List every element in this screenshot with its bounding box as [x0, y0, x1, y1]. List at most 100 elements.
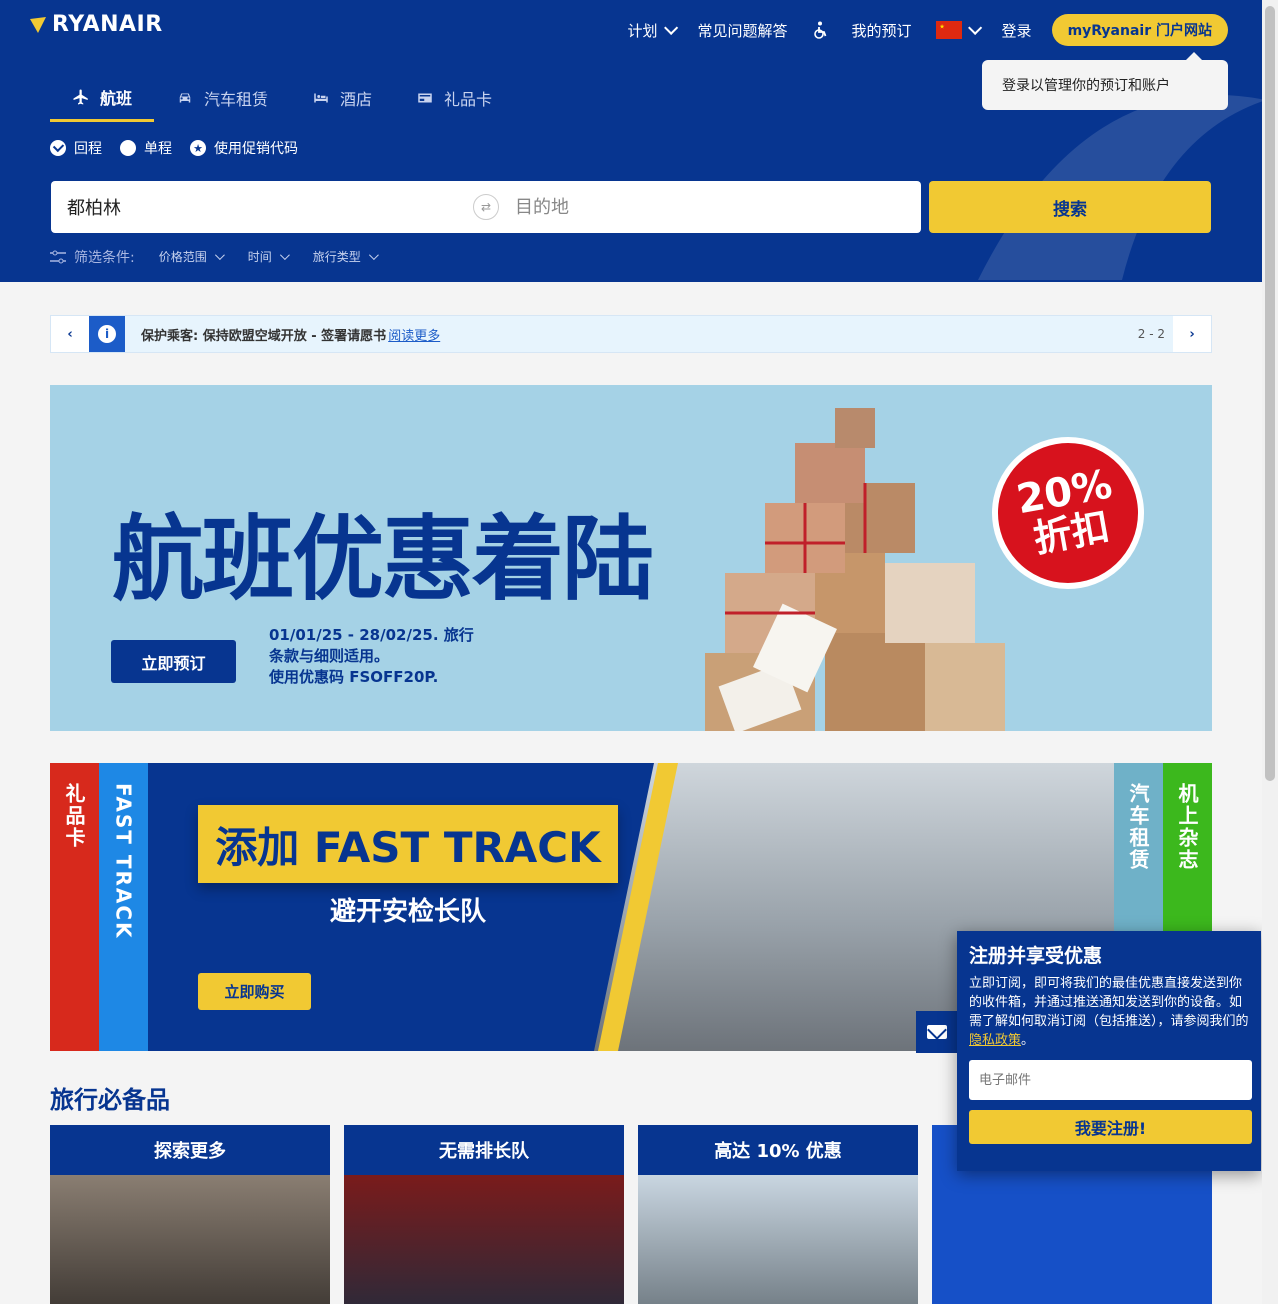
signup-period: 。 [1021, 1033, 1035, 1048]
card-title: 探索更多 [50, 1125, 330, 1175]
gift-tickets-image [344, 1175, 624, 1304]
signup-body: 立即订阅，即可将我们的最佳优惠直接发送到你的收件箱，并通过推送通知发送到你的设备… [969, 974, 1249, 1050]
notice-next-button[interactable]: › [1173, 316, 1211, 352]
tab-gift-cards-label: 礼品卡 [444, 90, 493, 109]
card-title: 高达 10% 优惠 [638, 1125, 918, 1175]
notice-pager: 2 - 2 [1137, 327, 1165, 341]
chevron-down-icon [663, 20, 678, 35]
woman-in-car-image [638, 1175, 918, 1304]
notice-prev-button[interactable]: ‹ [51, 316, 89, 352]
tab-hotels[interactable]: 酒店 [290, 74, 394, 122]
nav-bookings-label: 我的预订 [851, 21, 912, 40]
bed-icon [314, 93, 328, 103]
login-link[interactable]: 登录 [990, 16, 1044, 44]
scrollbar-thumb[interactable] [1265, 6, 1275, 781]
car-icon [179, 93, 191, 103]
tab-hotels-label: 酒店 [340, 90, 373, 109]
promo-title: 航班优惠着陆 [112, 506, 654, 613]
read-more-link[interactable]: 阅读更多 [388, 325, 440, 344]
flight-search-box: ⇄ [51, 181, 921, 233]
one-way-option[interactable]: 单程 [120, 138, 172, 158]
trip-type-label: 旅行类型 [312, 250, 361, 264]
card-no-queue[interactable]: 无需排长队 [344, 1125, 624, 1304]
promo-star-icon: ★ [190, 140, 206, 156]
return-label: 回程 [74, 141, 102, 157]
filter-label-text: 筛选条件: [74, 249, 135, 266]
nav-faq[interactable]: 常见问题解答 [686, 16, 800, 44]
essentials-heading: 旅行必备品 [50, 1086, 170, 1114]
signup-button[interactable]: 我要注册! [969, 1110, 1252, 1144]
tab-car-hire[interactable]: 汽车租赁 [154, 74, 290, 122]
harp-logo-icon [30, 16, 46, 33]
language-selector[interactable] [924, 16, 990, 44]
promo-label: 使用促销代码 [214, 141, 298, 157]
fast-track-strip[interactable]: FAST TRACK [99, 763, 148, 1051]
trip-type-filter[interactable]: 旅行类型 [305, 244, 384, 269]
ryanair-logo[interactable]: RYANAIR [28, 12, 163, 37]
signup-title: 注册并享受优惠 [969, 945, 1103, 967]
snacks-image [932, 1175, 1212, 1304]
nav-plan-label: 计划 [627, 21, 658, 40]
origin-field [51, 181, 473, 233]
chevron-down-icon [967, 20, 982, 35]
chevron-down-icon [368, 250, 379, 261]
buy-now-button[interactable]: 立即购买 [198, 973, 311, 1010]
logo-text: RYANAIR [52, 12, 163, 37]
search-button[interactable]: 搜索 [929, 181, 1211, 233]
family-car-image [50, 1175, 330, 1304]
page-scrollbar[interactable] [1262, 0, 1278, 1304]
nav-plan[interactable]: 计划 [616, 16, 686, 44]
price-range-label: 价格范围 [158, 250, 207, 264]
china-flag-icon [935, 21, 962, 39]
login-tooltip: 登录以管理你的预订和账户 [982, 52, 1228, 110]
promo-terms-line: 使用优惠码 FSOFF20P. [269, 668, 439, 686]
tab-car-hire-label: 汽车租赁 [204, 90, 269, 109]
card-icon [418, 93, 432, 103]
fast-track-title: 添加 FAST TRACK [198, 805, 618, 883]
checked-radio-icon [50, 140, 66, 156]
notice-message: 保护乘客: 保持欧盟空域开放 - 签署请愿书 [141, 328, 387, 344]
nav-faq-label: 常见问题解答 [697, 21, 788, 40]
tab-gift-cards[interactable]: 礼品卡 [394, 74, 514, 122]
hero-header: RYANAIR 计划 常见问题解答 我的预订 登录 myRyanair 门户网站… [0, 0, 1262, 282]
radio-icon [120, 140, 136, 156]
origin-input[interactable] [67, 196, 473, 218]
destination-input[interactable] [515, 196, 921, 218]
magazine-label: 机上杂志 [1175, 783, 1199, 871]
privacy-policy-link[interactable]: 隐私政策 [969, 1033, 1021, 1048]
return-option[interactable]: 回程 [50, 138, 102, 158]
sliders-icon [50, 250, 66, 263]
email-input[interactable] [969, 1060, 1252, 1100]
card-explore[interactable]: 探索更多 [50, 1125, 330, 1304]
destination-field [499, 181, 921, 233]
time-filter[interactable]: 时间 [240, 244, 295, 269]
tab-flights[interactable]: 航班 [50, 74, 155, 122]
car-hire-label: 汽车租赁 [1126, 783, 1150, 871]
promo-terms: 01/01/25 - 28/02/25. 旅行 条款与细则适用。 使用优惠码 F… [269, 625, 474, 688]
nav-my-bookings[interactable]: 我的预订 [840, 16, 924, 44]
discount-badge: 20% 折扣 [979, 424, 1157, 602]
mail-icon[interactable] [916, 1011, 958, 1053]
my-ryanair-button[interactable]: myRyanair 门户网站 [1051, 14, 1228, 46]
promo-terms-line: 01/01/25 - 28/02/25. 旅行 [269, 626, 474, 644]
price-range-filter[interactable]: 价格范围 [151, 244, 230, 269]
fast-track-label: FAST TRACK [111, 783, 136, 940]
card-title: 无需排长队 [344, 1125, 624, 1175]
notice-bar: ‹ i 保护乘客: 保持欧盟空域开放 - 签署请愿书 阅读更多 2 - 2 › [50, 315, 1212, 353]
promo-terms-line: 条款与细则适用。 [269, 647, 390, 665]
promo-banner[interactable]: 航班优惠着陆 立即预订 01/01/25 - 28/02/25. 旅行 条款与细… [50, 385, 1212, 731]
card-discount[interactable]: 高达 10% 优惠 [638, 1125, 918, 1304]
chevron-down-icon [279, 250, 290, 261]
newsletter-signup: 注册并享受优惠 立即订阅，即可将我们的最佳优惠直接发送到你的收件箱，并通过推送通… [957, 931, 1261, 1171]
filters-row: 筛选条件: 价格范围 时间 旅行类型 [50, 244, 384, 269]
swap-icon[interactable]: ⇄ [473, 194, 499, 220]
filter-label: 筛选条件: [50, 247, 135, 267]
trip-type-options: 回程 单程 ★ 使用促销代码 [50, 138, 298, 158]
accessibility-icon[interactable] [800, 16, 840, 44]
gift-card-label: 礼品卡 [62, 783, 86, 849]
info-icon: i [89, 316, 125, 352]
book-now-button[interactable]: 立即预订 [111, 640, 236, 683]
promo-code-option[interactable]: ★ 使用促销代码 [190, 138, 298, 158]
gift-card-strip[interactable]: 礼品卡 [50, 763, 99, 1051]
chevron-down-icon [214, 250, 225, 261]
